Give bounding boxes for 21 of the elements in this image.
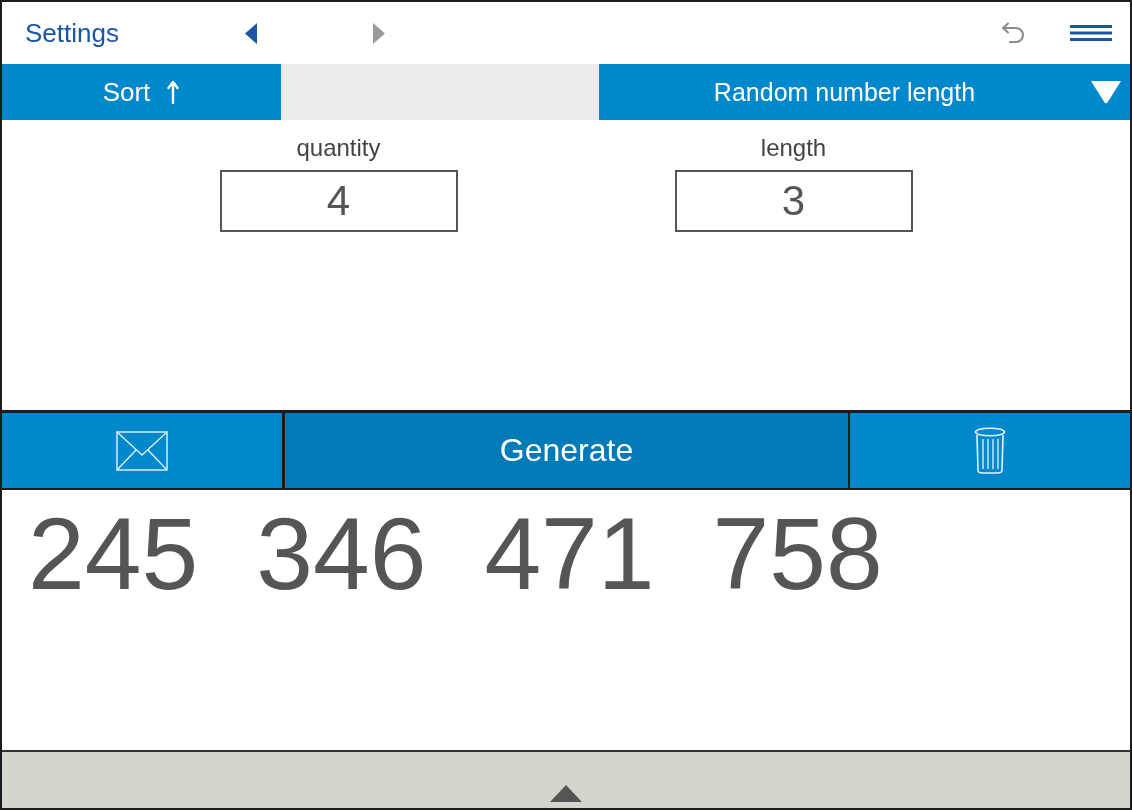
settings-link[interactable]: Settings <box>25 17 119 49</box>
caret-up-icon[interactable] <box>550 785 582 802</box>
generate-button[interactable]: Generate <box>285 413 850 488</box>
undo-icon[interactable] <box>1000 22 1026 44</box>
caret-down-icon <box>1090 80 1122 104</box>
random-number: 245 <box>28 503 199 605</box>
field-label: quantity <box>296 134 381 162</box>
back-arrow-icon[interactable] <box>244 22 257 44</box>
field-label: length <box>760 134 827 162</box>
delete-button[interactable] <box>850 413 1130 488</box>
random-number: 758 <box>712 503 883 605</box>
sort-button[interactable]: Sort <box>2 64 281 120</box>
number-input[interactable]: 4 <box>219 170 458 232</box>
dropdown[interactable]: Random number length <box>599 64 1130 120</box>
random-number: 346 <box>256 503 427 605</box>
random-number: 471 <box>484 503 655 605</box>
trash-icon <box>974 427 1006 474</box>
menu-icon[interactable] <box>1070 25 1112 41</box>
number-input[interactable]: 3 <box>674 170 913 232</box>
envelope-icon <box>116 430 168 471</box>
mail-button[interactable] <box>2 413 285 488</box>
